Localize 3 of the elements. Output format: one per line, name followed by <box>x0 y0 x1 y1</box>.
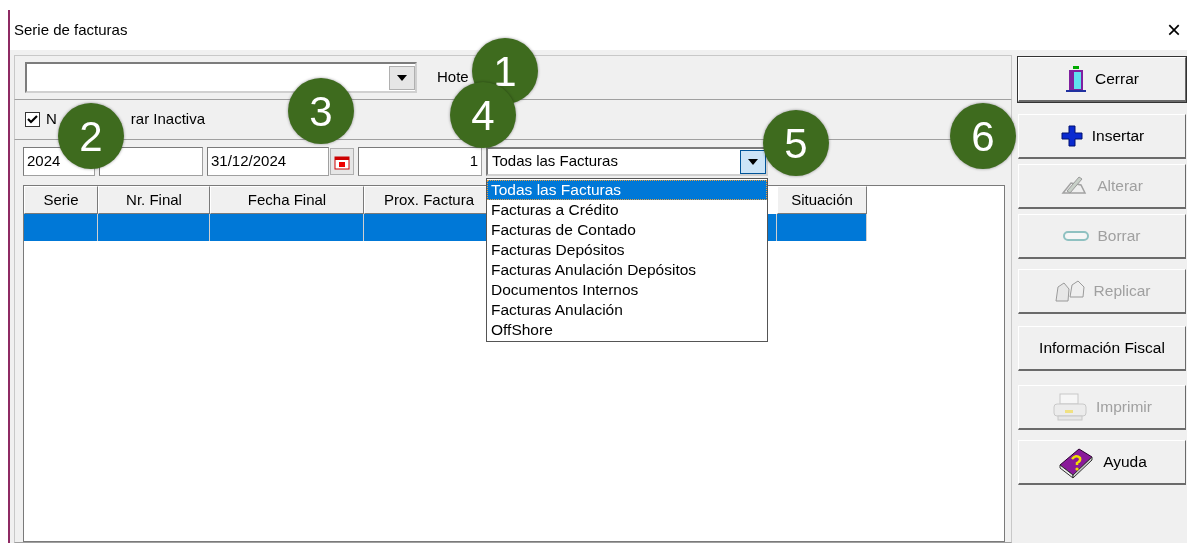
checkbox-label: N <box>46 109 57 130</box>
checkbox-label: rar Inactiva <box>130 109 206 130</box>
window-title: Serie de facturas <box>14 19 128 40</box>
